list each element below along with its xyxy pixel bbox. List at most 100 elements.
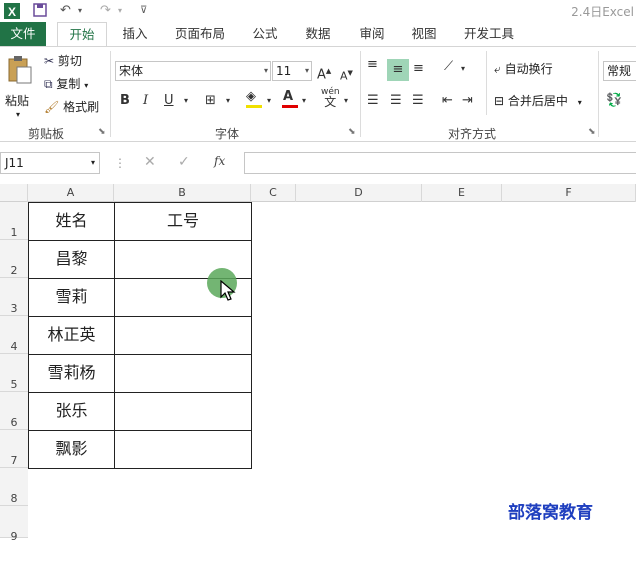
tab-home[interactable]: 开始: [57, 22, 107, 46]
align-left-icon[interactable]: ☰: [367, 93, 379, 109]
name-cell[interactable]: 昌黎: [28, 240, 115, 279]
insert-function-icon[interactable]: fx: [214, 154, 225, 168]
wrap-text-button[interactable]: ⤶ 自动换行: [494, 61, 553, 77]
id-cell[interactable]: [114, 430, 252, 469]
select-all-corner[interactable]: [0, 184, 28, 202]
align-top-icon[interactable]: ≡: [367, 57, 378, 73]
tab-formulas[interactable]: 公式: [245, 22, 285, 46]
format-painter-button[interactable]: 🖌 格式刷: [44, 99, 106, 115]
phonetic-dropdown-icon[interactable]: ▾: [344, 93, 348, 109]
tab-review[interactable]: 审阅: [352, 22, 392, 46]
number-format-value: 常规: [607, 64, 632, 78]
clipboard-launcher-icon[interactable]: ⬊: [98, 127, 106, 137]
redo-dropdown-icon[interactable]: ▾: [118, 2, 122, 20]
redo-icon[interactable]: ↷: [100, 2, 111, 20]
more-dots-icon[interactable]: ⋮: [114, 156, 126, 170]
id-cell[interactable]: [114, 392, 252, 431]
orientation-icon[interactable]: ⟋: [444, 59, 453, 75]
row-header[interactable]: 8: [0, 468, 28, 506]
copy-dropdown-icon: ▾: [84, 81, 89, 90]
orientation-dropdown-icon[interactable]: ▾: [461, 61, 465, 77]
decrease-indent-icon[interactable]: ⇤: [442, 93, 453, 109]
bold-button[interactable]: B: [120, 93, 130, 109]
shrink-font-button[interactable]: A▼: [340, 65, 353, 85]
underline-dropdown-icon[interactable]: ▾: [184, 93, 188, 109]
cancel-icon[interactable]: ✕: [144, 154, 156, 170]
cut-button[interactable]: ✂ 剪切: [44, 53, 104, 69]
row-header[interactable]: 7: [0, 430, 28, 468]
paste-icon: [7, 55, 33, 89]
font-color-dropdown-icon[interactable]: ▾: [302, 93, 306, 109]
row-header[interactable]: 9: [0, 506, 28, 543]
undo-dropdown-icon[interactable]: ▾: [78, 2, 82, 20]
font-name-select[interactable]: 宋体 ▾: [115, 61, 271, 81]
undo-icon[interactable]: ↶: [60, 2, 71, 20]
alignment-launcher-icon[interactable]: ⬊: [588, 127, 596, 137]
header-cell-id[interactable]: 工号: [114, 202, 252, 241]
column-header[interactable]: C: [251, 184, 296, 202]
tab-developer[interactable]: 开发工具: [458, 22, 520, 46]
name-cell[interactable]: 张乐: [28, 392, 115, 431]
copy-button[interactable]: ⧉ 复制 ▾: [44, 76, 106, 94]
column-header[interactable]: D: [296, 184, 422, 202]
tab-view[interactable]: 视图: [404, 22, 444, 46]
underline-button[interactable]: U: [164, 93, 174, 109]
fill-color-dropdown-icon[interactable]: ▾: [267, 93, 271, 109]
font-color-icon: A: [283, 89, 294, 104]
enter-icon[interactable]: ✓: [178, 154, 190, 170]
increase-indent-icon[interactable]: ⇥: [462, 93, 473, 109]
align-center-icon[interactable]: ☰: [390, 93, 402, 109]
row-header[interactable]: 1: [0, 202, 28, 240]
wrap-text-icon: ⤶: [494, 62, 501, 76]
tab-data[interactable]: 数据: [298, 22, 338, 46]
alignment-group-label: 对齐方式: [448, 127, 497, 141]
italic-button[interactable]: I: [143, 93, 148, 109]
merge-center-button[interactable]: ⊟ 合并后居中 ▾: [494, 93, 582, 111]
name-cell[interactable]: 飘影: [28, 430, 115, 469]
borders-icon[interactable]: ⊞: [205, 93, 216, 109]
paste-dropdown-icon: ▾: [16, 110, 21, 119]
save-icon[interactable]: [32, 2, 48, 20]
align-right-icon[interactable]: ☰: [412, 93, 424, 109]
row-header[interactable]: 6: [0, 392, 28, 430]
formula-input[interactable]: [244, 152, 636, 174]
id-cell[interactable]: [114, 316, 252, 355]
number-format-select[interactable]: 常规: [603, 61, 636, 81]
cut-label: 剪切: [57, 54, 82, 68]
fill-color-button[interactable]: ◈: [246, 89, 262, 108]
column-header[interactable]: F: [502, 184, 636, 202]
tab-file[interactable]: 文件: [0, 22, 46, 46]
name-cell[interactable]: 林正英: [28, 316, 115, 355]
column-header[interactable]: A: [28, 184, 114, 202]
row-header[interactable]: 4: [0, 316, 28, 354]
row-header[interactable]: 5: [0, 354, 28, 392]
grow-font-button[interactable]: A▲: [317, 63, 331, 83]
tab-insert[interactable]: 插入: [115, 22, 155, 46]
header-cell-name[interactable]: 姓名: [28, 202, 115, 241]
tab-page-layout[interactable]: 页面布局: [170, 22, 230, 46]
currency-format-icon[interactable]: 💱: [606, 93, 622, 109]
name-box[interactable]: J11 ▾: [0, 152, 100, 174]
ribbon-tabs: 文件 开始 插入 页面布局 公式 数据 审阅 视图 开发工具: [0, 22, 636, 46]
column-header[interactable]: B: [114, 184, 251, 202]
phonetic-button[interactable]: wén 文: [321, 87, 340, 108]
paste-button[interactable]: 粘贴 ▾: [5, 53, 35, 123]
customize-icon[interactable]: ⊽: [140, 2, 147, 20]
borders-dropdown-icon[interactable]: ▾: [226, 93, 230, 109]
column-header[interactable]: E: [422, 184, 502, 202]
id-cell[interactable]: [114, 354, 252, 393]
align-bottom-icon[interactable]: ≡: [413, 61, 424, 77]
group-divider: [360, 51, 361, 137]
font-launcher-icon[interactable]: ⬊: [348, 127, 356, 137]
name-cell[interactable]: 雪莉杨: [28, 354, 115, 393]
ribbon: 粘贴 ▾ ✂ 剪切 ⧉ 复制 ▾ 🖌 格式刷 剪贴板 ⬊ 宋体 ▾ 11 ▾ A…: [0, 46, 636, 142]
row-header[interactable]: 2: [0, 240, 28, 278]
font-color-button[interactable]: A: [282, 89, 298, 108]
name-cell[interactable]: 雪莉: [28, 278, 115, 317]
brush-icon: 🖌: [44, 100, 60, 114]
window-title: 2.4日Excel: [571, 5, 634, 19]
row-header[interactable]: 3: [0, 278, 28, 316]
font-size-select[interactable]: 11 ▾: [272, 61, 312, 81]
copy-label: 复制: [56, 77, 81, 91]
align-middle-icon[interactable]: ≡: [387, 59, 409, 81]
